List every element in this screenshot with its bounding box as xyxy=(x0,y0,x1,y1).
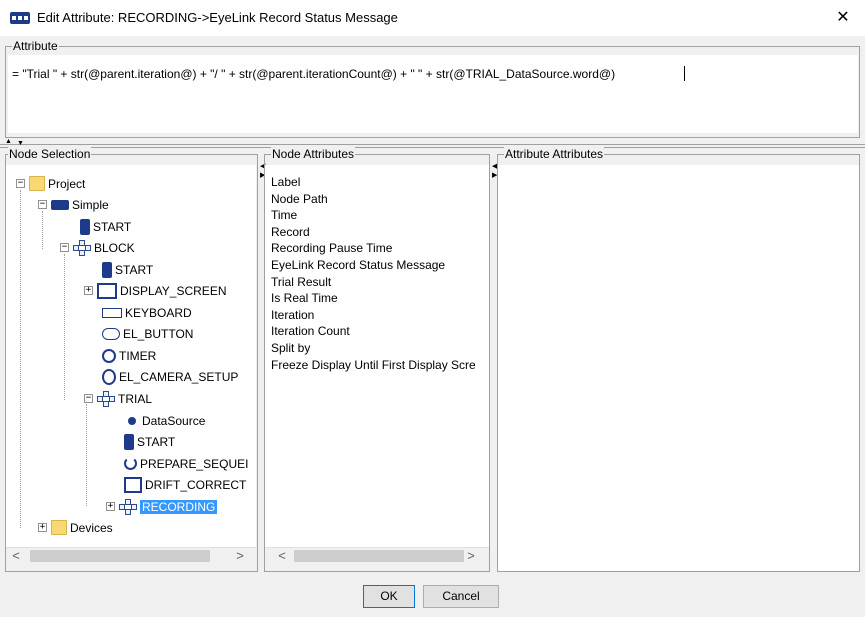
attributes-scroll-thumb[interactable] xyxy=(294,550,464,562)
tree-node-label: Simple xyxy=(72,197,109,212)
tree-node[interactable]: TIMER xyxy=(102,346,156,364)
scroll-right-arrow-icon[interactable]: > xyxy=(463,547,479,565)
tree-node-label: DRIFT_CORRECT xyxy=(145,477,247,492)
expand-icon[interactable]: + xyxy=(106,502,115,512)
tree-node-label: EL_BUTTON xyxy=(123,326,194,341)
node-attribute-item[interactable]: EyeLink Record Status Message xyxy=(271,257,485,273)
tree-line xyxy=(86,404,87,506)
traffic-light-icon xyxy=(124,433,134,450)
scroll-left-arrow-icon[interactable]: < xyxy=(8,547,24,565)
tree-node[interactable]: START xyxy=(80,217,131,235)
tree-node-label: Project xyxy=(48,176,86,191)
tree-node[interactable]: DRIFT_CORRECT xyxy=(124,475,246,493)
sequence-icon xyxy=(51,199,69,210)
traffic-light-icon xyxy=(80,218,90,235)
window-title: Edit Attribute: RECORDING->EyeLink Recor… xyxy=(37,10,398,25)
node-attribute-item[interactable]: Iteration xyxy=(271,307,485,323)
gamepad-icon xyxy=(102,327,120,340)
splitter-up-arrow-icon[interactable]: ▲ xyxy=(5,138,12,145)
expand-icon[interactable]: + xyxy=(38,523,47,533)
display-screen-icon xyxy=(97,282,117,299)
collapse-icon[interactable]: − xyxy=(84,394,93,404)
drift-correct-icon xyxy=(124,476,142,493)
tree-node-label: KEYBOARD xyxy=(125,305,192,320)
tree-line xyxy=(20,190,21,528)
tree-node[interactable]: EL_BUTTON xyxy=(102,324,193,342)
scroll-right-arrow-icon[interactable]: > xyxy=(232,547,248,565)
node-attribute-item[interactable]: Label xyxy=(271,174,485,190)
dot-icon xyxy=(128,416,136,425)
close-button[interactable]: ✕ xyxy=(828,6,858,30)
tree-node[interactable]: + RECORDING xyxy=(106,497,218,515)
tree-node-label: PREPARE_SEQUEI xyxy=(140,456,249,471)
tree-node-label: START xyxy=(137,434,176,449)
collapse-icon[interactable]: − xyxy=(38,200,47,210)
tree-node[interactable]: − Simple xyxy=(38,195,109,213)
node-attribute-item[interactable]: Split by xyxy=(271,340,485,356)
tree-line xyxy=(64,254,65,400)
timer-icon xyxy=(102,348,116,363)
splitter-down-arrow-icon[interactable]: ▼ xyxy=(17,140,24,147)
ok-button[interactable]: OK xyxy=(363,585,415,608)
scroll-left-arrow-icon[interactable]: < xyxy=(274,547,290,565)
eye-icon xyxy=(102,368,116,385)
cancel-button[interactable]: Cancel xyxy=(423,585,499,608)
tree-node-label: TIMER xyxy=(119,348,157,363)
sequence-icon xyxy=(10,12,30,24)
tree-node[interactable]: PREPARE_SEQUEI xyxy=(124,454,248,472)
attribute-attributes-panel[interactable] xyxy=(498,165,859,571)
horizontal-splitter[interactable] xyxy=(0,144,865,148)
tree-node-label: TRIAL xyxy=(118,391,153,406)
tree-node[interactable]: + DISPLAY_SCREEN xyxy=(84,281,226,299)
block-icon xyxy=(97,390,115,407)
node-attribute-item[interactable]: Trial Result xyxy=(271,274,485,290)
tree-node[interactable]: START xyxy=(124,432,175,450)
block-icon xyxy=(119,498,137,515)
node-attribute-item[interactable]: Time xyxy=(271,207,485,223)
tree-node[interactable]: − Project xyxy=(16,174,85,192)
tree-node[interactable]: − TRIAL xyxy=(84,389,152,407)
node-attribute-item[interactable]: Is Real Time xyxy=(271,290,485,306)
tree-node[interactable]: START xyxy=(102,260,153,278)
expand-icon[interactable]: + xyxy=(84,286,93,296)
collapse-icon[interactable]: − xyxy=(60,243,69,253)
tree-node-label: BLOCK xyxy=(94,240,135,255)
folder-icon xyxy=(51,520,67,536)
tree-node[interactable]: + Devices xyxy=(38,518,113,536)
attribute-group-legend: Attribute xyxy=(12,39,59,53)
node-attribute-item[interactable]: Iteration Count xyxy=(271,323,485,339)
tree-node-label: Devices xyxy=(70,520,113,535)
refresh-icon xyxy=(124,457,137,471)
tree-node-label: START xyxy=(93,219,132,234)
text-caret xyxy=(684,66,685,81)
node-attribute-item[interactable]: Freeze Display Until First Display Scre xyxy=(271,357,485,373)
node-selection-legend: Node Selection xyxy=(8,147,92,161)
tree-scroll-thumb[interactable] xyxy=(30,550,210,562)
tree-node[interactable]: KEYBOARD xyxy=(102,303,192,321)
collapse-icon[interactable]: − xyxy=(16,179,25,189)
node-attributes-legend: Node Attributes xyxy=(271,147,356,161)
tree-node-label: START xyxy=(115,262,154,277)
folder-icon xyxy=(29,176,45,192)
block-icon xyxy=(73,239,91,256)
expression-text: = "Trial " + str(@parent.iteration@) + "… xyxy=(12,67,616,81)
node-attribute-item[interactable]: Record xyxy=(271,224,485,240)
tree-node-label: RECORDING xyxy=(140,499,218,514)
attribute-attributes-legend: Attribute Attributes xyxy=(504,147,605,161)
tree-node-label: DISPLAY_SCREEN xyxy=(120,283,227,298)
tree-node[interactable]: EL_CAMERA_SETUP xyxy=(102,367,238,385)
node-attribute-item[interactable]: Node Path xyxy=(271,191,485,207)
node-attribute-item[interactable]: Recording Pause Time xyxy=(271,240,485,256)
keyboard-icon xyxy=(102,307,122,318)
tree-node[interactable]: − BLOCK xyxy=(60,238,135,256)
traffic-light-icon xyxy=(102,261,112,278)
tree-node-label: DataSource xyxy=(142,413,206,428)
tree-node-label: EL_CAMERA_SETUP xyxy=(119,369,239,384)
tree-line xyxy=(42,211,43,249)
tree-node[interactable]: DataSource xyxy=(124,411,205,429)
